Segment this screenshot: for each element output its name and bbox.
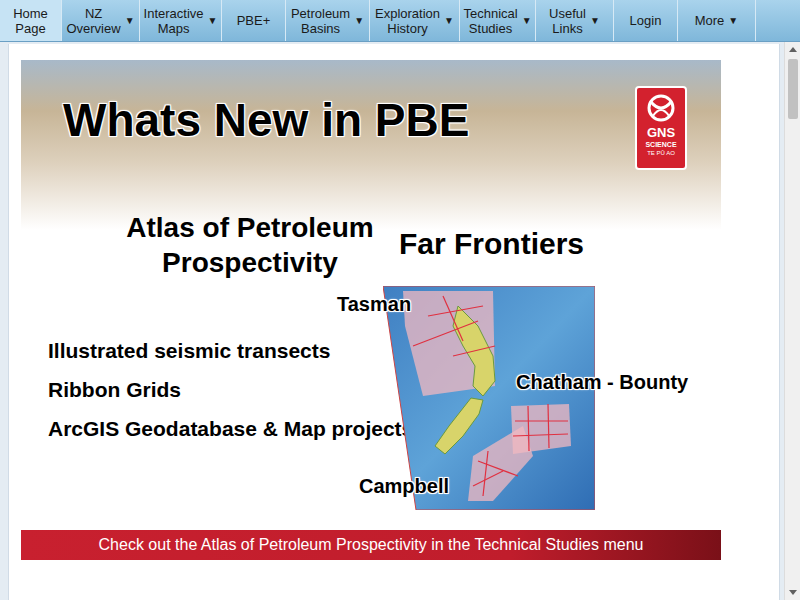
content-panel: Whats New in PBE GNSSCIENCETE PŪ AO Atlas … [8, 44, 780, 600]
feature-item: Ribbon Grids [48, 377, 383, 402]
feature-item: Illustrated seismic transects [48, 338, 383, 363]
nav-item[interactable]: InteractiveMaps▼ [140, 0, 222, 41]
feature-item: ArcGIS Geodatabase & Map projects [48, 416, 383, 441]
nav-item[interactable]: HomePage [0, 0, 62, 41]
dropdown-arrow-icon: ▼ [522, 13, 532, 28]
scroll-thumb[interactable] [788, 59, 798, 119]
nav-item[interactable]: ExplorationHistory▼ [370, 0, 460, 41]
page: HomePageNZOverview▼InteractiveMaps▼PBE+P… [0, 0, 800, 600]
map-label: Campbell [359, 474, 449, 498]
dropdown-arrow-icon: ▼ [728, 13, 738, 28]
map-label: Tasman [337, 292, 411, 316]
scroll-down-icon[interactable] [785, 584, 800, 600]
atlas-heading: Atlas of PetroleumProspectivity [105, 210, 395, 280]
map-label: Chatham - Bounty [516, 370, 688, 394]
scroll-up-icon[interactable] [785, 42, 800, 58]
dropdown-arrow-icon: ▼ [444, 13, 454, 28]
nav-item[interactable]: NZOverview▼ [62, 0, 140, 41]
banner-footer-link[interactable]: Check out the Atlas of Petroleum Prospec… [21, 530, 721, 560]
whats-new-banner: Whats New in PBE GNSSCIENCETE PŪ AO Atlas … [21, 60, 721, 560]
nav-item[interactable]: UsefulLinks▼ [536, 0, 614, 41]
nav-item[interactable]: Login [614, 0, 678, 41]
dropdown-arrow-icon: ▼ [125, 13, 135, 28]
nav-item[interactable]: TechnicalStudies▼ [460, 0, 536, 41]
dropdown-arrow-icon: ▼ [590, 13, 600, 28]
scrollbar[interactable] [784, 42, 800, 600]
dropdown-arrow-icon: ▼ [354, 13, 364, 28]
logo-swirl-icon [645, 92, 677, 124]
banner-title: Whats New in PBE [63, 92, 469, 148]
gns-logo: GNSSCIENCETE PŪ AO [635, 86, 687, 170]
dropdown-arrow-icon: ▼ [208, 13, 218, 28]
nav-item[interactable]: More▼ [678, 0, 756, 41]
nav-item[interactable]: PetroleumBasins▼ [286, 0, 370, 41]
nav-item[interactable]: PBE+ [222, 0, 286, 41]
top-nav: HomePageNZOverview▼InteractiveMaps▼PBE+P… [0, 0, 800, 42]
far-frontiers-heading: Far Frontiers [399, 226, 595, 262]
